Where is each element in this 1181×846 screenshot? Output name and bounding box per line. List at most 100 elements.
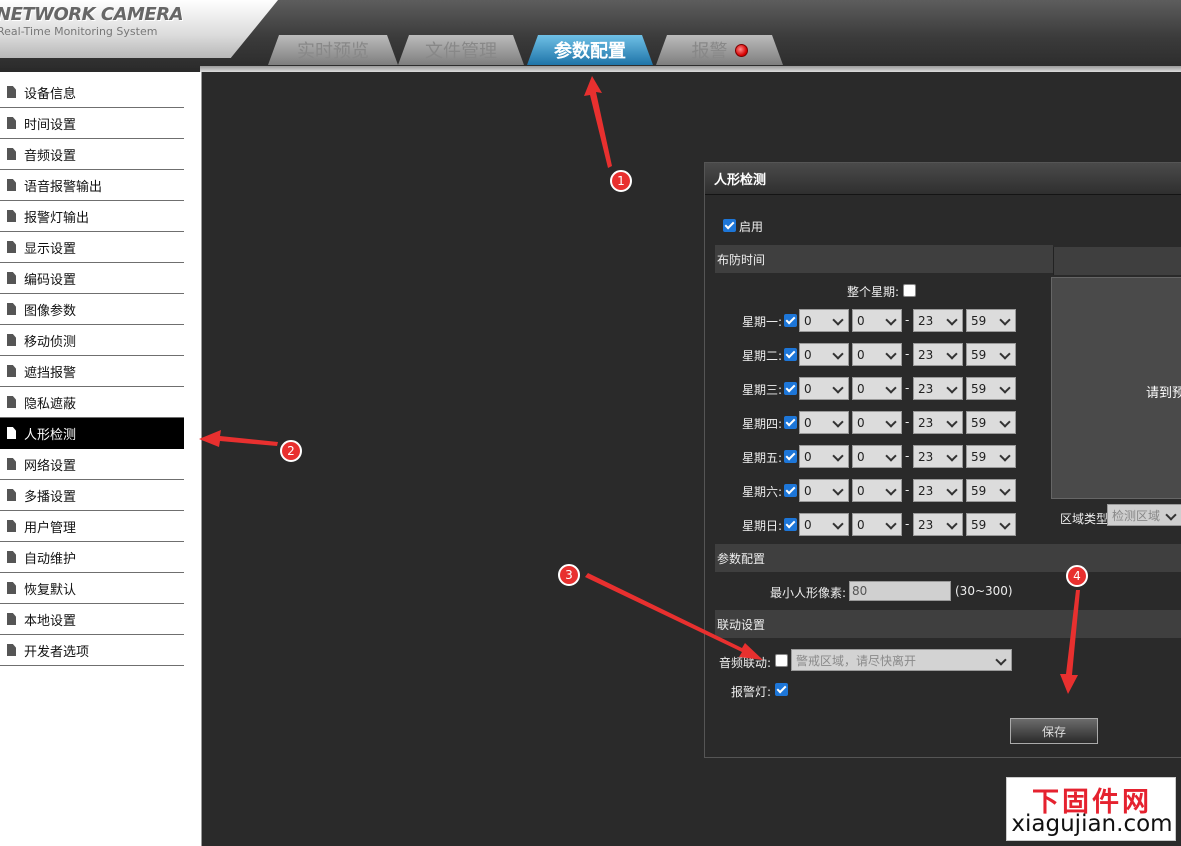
start-minute-select[interactable]: 0 [852,411,902,434]
document-icon [7,210,16,222]
end-minute-select[interactable]: 59 [966,309,1016,332]
tab-live-preview[interactable]: 实时预览 [268,35,398,65]
tab-file-management[interactable]: 文件管理 [398,35,524,65]
end-hour-select[interactable]: 23 [913,377,963,400]
document-icon [7,272,16,284]
min-pixel-label: 最小人形像素: [770,586,847,600]
sidebar-item-image-params[interactable]: 图像参数 [0,294,184,325]
video-preview: 请到预 [1051,277,1181,499]
document-icon [7,396,16,408]
start-minute-select[interactable]: 0 [852,479,902,502]
end-hour-select[interactable]: 23 [913,513,963,536]
day-checkbox[interactable] [784,348,797,361]
start-minute-select[interactable]: 0 [852,309,902,332]
sidebar-item-human-detection[interactable]: 人形检测 [0,418,184,449]
day-label: 星期五: [742,451,783,465]
whole-week-label: 整个星期: [847,285,900,299]
alarm-light-checkbox[interactable] [775,683,788,696]
document-icon [7,179,16,191]
start-hour-select[interactable]: 0 [799,513,849,536]
day-checkbox[interactable] [784,450,797,463]
save-button[interactable]: 保存 [1010,718,1098,744]
start-minute-select[interactable]: 0 [852,343,902,366]
day-label: 星期一: [742,315,783,329]
end-minute-select[interactable]: 59 [966,513,1016,536]
end-minute-select[interactable]: 59 [966,411,1016,434]
sidebar-item-label: 用户管理 [24,520,77,536]
start-hour-select[interactable]: 0 [799,309,849,332]
sidebar-item-voice-alarm-output[interactable]: 语音报警输出 [0,170,184,201]
linkage-section-header: 联动设置 [715,610,1181,638]
sidebar-item-motion-detection[interactable]: 移动侦测 [0,325,184,356]
sidebar-item-alarm-light-output[interactable]: 报警灯输出 [0,201,184,232]
sidebar-item-label: 音频设置 [24,148,77,164]
sidebar-item-label: 报警灯输出 [24,210,90,226]
sidebar-item-developer-options[interactable]: 开发者选项 [0,635,184,666]
sidebar-item-multicast[interactable]: 多播设置 [0,480,184,511]
sidebar-item-privacy-mask[interactable]: 隐私遮蔽 [0,387,184,418]
annotation-arrow-2 [199,430,278,447]
sidebar-item-device-info[interactable]: 设备信息 [0,77,184,108]
sidebar-item-display[interactable]: 显示设置 [0,232,184,263]
sidebar-item-encoding[interactable]: 编码设置 [0,263,184,294]
document-icon [7,303,16,315]
tab-label: 参数配置 [554,41,626,62]
day-checkbox[interactable] [784,518,797,531]
sidebar-item-label: 移动侦测 [24,334,77,350]
time-separator: - [905,381,910,395]
time-separator: - [905,449,910,463]
enable-checkbox[interactable] [723,219,736,232]
sidebar-item-local-settings[interactable]: 本地设置 [0,604,184,635]
start-hour-select[interactable]: 0 [799,411,849,434]
sidebar-item-restore-defaults[interactable]: 恢复默认 [0,573,184,604]
sidebar-item-label: 显示设置 [24,241,77,257]
min-pixel-input[interactable]: 80 [849,581,951,601]
sidebar-item-label: 图像参数 [24,303,77,319]
start-hour-select[interactable]: 0 [799,445,849,468]
start-minute-select[interactable]: 0 [852,445,902,468]
end-minute-select[interactable]: 59 [966,445,1016,468]
sidebar-item-label: 多播设置 [24,489,77,505]
start-hour-select[interactable]: 0 [799,479,849,502]
start-hour-select[interactable]: 0 [799,377,849,400]
sidebar-item-time[interactable]: 时间设置 [0,108,184,139]
end-minute-select[interactable]: 59 [966,377,1016,400]
sidebar-item-auto-maintenance[interactable]: 自动维护 [0,542,184,573]
brand-subtitle: Real-Time Monitoring System [0,25,158,38]
time-separator: - [905,415,910,429]
sidebar-item-occlusion-alarm[interactable]: 遮挡报警 [0,356,184,387]
end-minute-select[interactable]: 59 [966,343,1016,366]
tab-alarm[interactable]: 报警 [656,35,783,65]
end-hour-select[interactable]: 23 [913,479,963,502]
end-hour-select[interactable]: 23 [913,309,963,332]
whole-week-checkbox[interactable] [903,284,916,297]
audio-linkage-checkbox[interactable] [775,654,788,667]
sidebar-item-network[interactable]: 网络设置 [0,449,184,480]
tab-label: 文件管理 [425,41,497,62]
alarm-light-label: 报警灯: [731,685,772,699]
day-checkbox[interactable] [784,484,797,497]
end-hour-select[interactable]: 23 [913,343,963,366]
start-minute-select[interactable]: 0 [852,513,902,536]
end-hour-select[interactable]: 23 [913,411,963,434]
annotation-marker-2: 2 [280,440,302,462]
region-type-select[interactable]: 检测区域 [1107,504,1181,526]
document-icon [7,551,16,563]
audio-linkage-label: 音频联动: [719,656,772,670]
time-separator: - [905,483,910,497]
day-checkbox[interactable] [784,416,797,429]
sidebar-item-user-management[interactable]: 用户管理 [0,511,184,542]
start-hour-select[interactable]: 0 [799,343,849,366]
day-checkbox[interactable] [784,382,797,395]
settings-sidebar: 设备信息 时间设置 音频设置 语音报警输出 报警灯输出 显示设置 编码设置 图像… [0,72,202,846]
audio-linkage-select[interactable]: 警戒区域，请尽快离开 [791,649,1012,671]
end-minute-select[interactable]: 59 [966,479,1016,502]
end-hour-select[interactable]: 23 [913,445,963,468]
document-icon [7,582,16,594]
sidebar-item-label: 开发者选项 [24,644,90,660]
start-minute-select[interactable]: 0 [852,377,902,400]
sidebar-item-audio[interactable]: 音频设置 [0,139,184,170]
tab-parameter-config[interactable]: 参数配置 [527,35,653,65]
time-separator: - [905,517,910,531]
day-checkbox[interactable] [784,314,797,327]
